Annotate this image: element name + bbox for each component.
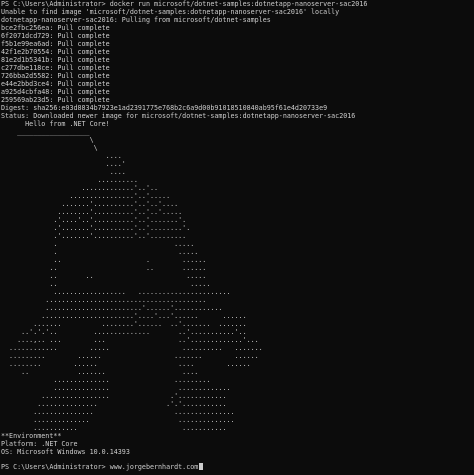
status-line: Status: Downloaded newer image for micro… — [1, 112, 356, 120]
ascii-art-line: \ — [1, 144, 98, 152]
ascii-art-line: .............. .............. — [1, 416, 235, 424]
ascii-art-line: .............'..'.. — [1, 184, 159, 192]
command-line: PS C:\Users\Administrator> docker run mi… — [1, 0, 368, 8]
ascii-art-line: .. . ...... — [1, 256, 207, 264]
ascii-art-line: .. .. ...... — [1, 264, 207, 272]
pull-status-line: c277dbe118ce: Pull complete — [1, 64, 110, 72]
ascii-art-line: .......... — [1, 176, 138, 184]
ascii-art-line: ............ ..... .......... ....... — [1, 344, 263, 352]
prompt-line[interactable]: PS C:\Users\Administrator> www.jorgebern… — [1, 463, 204, 471]
greeting-line: Hello from .NET Core! — [1, 120, 110, 128]
ascii-art-line: .'....'..'..........'..'.......'. — [1, 216, 187, 224]
dotnet-bot-ascii-art: __________________ \ \ .... ....' .... .… — [1, 128, 263, 432]
console-window[interactable]: PS C:\Users\Administrator> docker run mi… — [0, 0, 474, 475]
ascii-art-line: ....' — [1, 160, 126, 168]
ascii-art-line: ........'..........'..'..'..... — [1, 208, 183, 216]
ascii-art-line: .............. ......... — [1, 376, 211, 384]
ascii-art-line: ........ ...... .... ...... — [1, 360, 251, 368]
os-line: OS: Microsoft Windows 10.0.14393 — [1, 448, 130, 456]
ascii-art-line: ....... ........'...... ..'....... .....… — [1, 320, 247, 328]
ascii-art-line: . ..... — [1, 248, 199, 256]
ascii-art-line: .... — [1, 152, 122, 160]
platform-line: Platform: .NET Core — [1, 440, 78, 448]
ascii-art-line: . ..... — [1, 240, 195, 248]
ascii-art-line: .................. .....................… — [1, 288, 231, 296]
pull-status-line: bce2fbc256ea: Pull complete — [1, 24, 110, 32]
pull-status-line: 726bba2d5582: Pull complete — [1, 72, 110, 80]
pull-status-line: e44e2bbd3ce4: Pull complete — [1, 80, 110, 88]
environment-heading: **Environment** — [1, 432, 62, 440]
ascii-art-line: __________________ — [1, 128, 90, 136]
pull-status-line: 81e2d1b5341b: Pull complete — [1, 56, 110, 64]
ascii-art-line: .. ....... .... — [1, 368, 199, 376]
ascii-art-line: ........................'......'........… — [1, 304, 223, 312]
ascii-art-line: ............... ............... — [1, 408, 235, 416]
ascii-art-line: .. .. ..... — [1, 272, 207, 280]
ascii-art-line: ................'..'..... — [1, 192, 171, 200]
ascii-art-line: .'.......'..........'..'........'. — [1, 224, 191, 232]
ascii-art-line: .... — [1, 168, 126, 176]
pull-status-line: 259569ab23d5: Pull complete — [1, 96, 110, 104]
pull-status-line: a925d4cbfa48: Pull complete — [1, 88, 110, 96]
ascii-art-line: ............... .'.'........... — [1, 400, 227, 408]
prompt-text: PS C:\Users\Administrator> www.jorgebern… — [1, 463, 199, 471]
ascii-art-line: .............. ............. — [1, 384, 231, 392]
pull-status-line: f5b1e99ea6ad: Pull complete — [1, 40, 110, 48]
ascii-art-line: ........... ........... — [1, 424, 227, 432]
pull-status-line: 6f2071dcd729: Pull complete — [1, 32, 110, 40]
output-line: Unable to find image 'microsoft/dotnet-s… — [1, 8, 340, 16]
ascii-art-line: .. ..... — [1, 280, 211, 288]
ascii-art-line: ........................................ — [1, 296, 207, 304]
ascii-art-line: \ — [1, 136, 94, 144]
pull-status-line: 42f1e2b70554: Pull complete — [1, 48, 110, 56]
text-cursor — [199, 463, 204, 470]
ascii-art-line: .......................'....'...'...... … — [1, 312, 247, 320]
ascii-art-line: ....,.. ... ... ..'.............'... — [1, 336, 259, 344]
output-line: dotnetapp-nanoserver-sac2016: Pulling fr… — [1, 16, 271, 24]
ascii-art-line: ................. .'............ — [1, 392, 227, 400]
ascii-art-line: .......'..........'..'..'.... — [1, 200, 179, 208]
ascii-art-line: ......... ...... ....... ...... — [1, 352, 259, 360]
ascii-art-line: .'.......'..........'..'......... — [1, 232, 187, 240]
ascii-art-line: ..'.'.'.. .............. ..'...........'… — [1, 328, 247, 336]
digest-line: Digest: sha256:e03d8834b7923e1ad2391775e… — [1, 104, 328, 112]
